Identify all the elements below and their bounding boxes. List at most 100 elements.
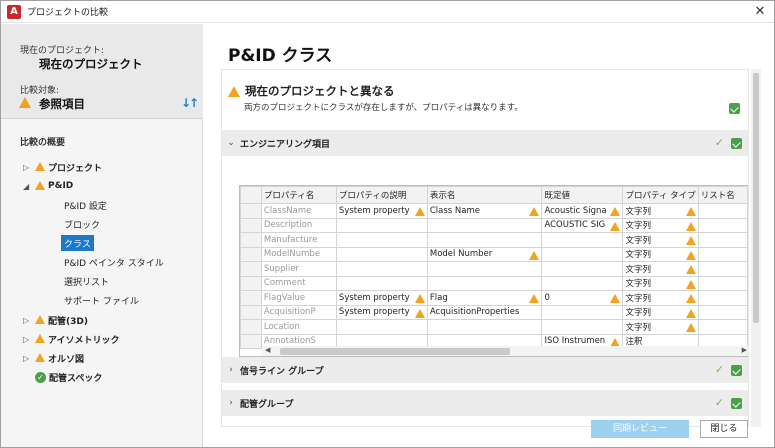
tree-item-project[interactable]: ▷ プロジェクト <box>23 159 102 175</box>
table-cell[interactable] <box>697 246 748 262</box>
copy-icon[interactable] <box>731 365 742 376</box>
table-row[interactable]: Manufacture 文字列 <box>240 232 748 248</box>
table-cell[interactable] <box>541 319 624 335</box>
copy-icon[interactable] <box>731 398 742 409</box>
table-cell[interactable]: System property <box>335 203 428 219</box>
tree-item-blocks[interactable]: ブロック <box>64 216 100 232</box>
column-header[interactable]: 表示名 <box>426 186 543 204</box>
table-cell[interactable]: Comment <box>260 275 337 291</box>
table-cell[interactable]: Manufacture <box>260 232 337 248</box>
scroll-thumb[interactable] <box>753 73 759 323</box>
row-header[interactable] <box>240 290 262 306</box>
table-cell[interactable]: 文字列 <box>622 217 699 233</box>
table-cell[interactable]: 文字列 <box>622 232 699 248</box>
close-button[interactable]: 閉じる <box>700 420 748 438</box>
section-engineering-items[interactable]: ⌄ エンジニアリング項目 ✓ <box>222 130 748 156</box>
table-cell[interactable] <box>697 232 748 248</box>
table-cell[interactable] <box>426 319 543 335</box>
row-header[interactable] <box>240 333 262 349</box>
table-cell[interactable]: Description <box>260 217 337 233</box>
table-cell[interactable] <box>335 275 428 291</box>
copy-all-icon[interactable] <box>729 103 740 114</box>
row-header[interactable] <box>240 304 262 320</box>
table-cell[interactable] <box>697 275 748 291</box>
row-header[interactable] <box>240 217 262 233</box>
row-header[interactable] <box>240 232 262 248</box>
table-row[interactable]: ClassName System property Class Name Acoust… <box>240 203 748 219</box>
table-cell[interactable] <box>335 232 428 248</box>
collapse-arrow-icon[interactable]: ◢ <box>23 182 35 191</box>
table-cell[interactable] <box>335 261 428 277</box>
table-cell[interactable]: System property <box>335 304 428 320</box>
table-cell[interactable]: Flag <box>426 290 543 306</box>
column-header[interactable]: リスト名 <box>697 186 748 204</box>
expand-arrow-icon[interactable]: ▷ <box>23 316 35 325</box>
table-cell[interactable]: 文字列 <box>622 319 699 335</box>
table-row[interactable]: Description ACOUSTIC SIG 文字列 <box>240 217 748 233</box>
table-cell[interactable] <box>697 319 748 335</box>
column-header[interactable]: 既定値 <box>541 186 624 204</box>
table-cell[interactable]: Model Number <box>426 246 543 262</box>
table-row[interactable]: ModelNumbe Model Number 文字列 <box>240 246 748 262</box>
table-cell[interactable]: ACOUSTIC SIG <box>541 217 624 233</box>
vertical-scrollbar[interactable] <box>751 69 761 427</box>
table-cell[interactable] <box>426 217 543 233</box>
table-cell[interactable]: AcquisitionProperties <box>426 304 543 320</box>
chevron-right-icon[interactable]: › <box>222 365 240 375</box>
table-cell[interactable]: ClassName <box>260 203 337 219</box>
tree-item-isometric[interactable]: ▷ アイソメトリック <box>23 331 120 347</box>
column-header[interactable]: プロパティ タイプ <box>622 186 699 204</box>
table-cell[interactable] <box>697 261 748 277</box>
table-cell[interactable]: ModelNumbe <box>260 246 337 262</box>
table-cell[interactable]: System property <box>335 290 428 306</box>
column-header[interactable]: プロパティ名 <box>260 186 337 204</box>
table-cell[interactable] <box>541 304 624 320</box>
column-header[interactable]: プロパティの説明 <box>335 186 428 204</box>
scroll-left-icon[interactable]: ◀ <box>265 346 270 354</box>
table-cell[interactable]: 文字列 <box>622 261 699 277</box>
tree-item-pid[interactable]: ◢ P&ID <box>23 178 73 194</box>
table-cell[interactable]: Acoustic Signa <box>541 203 624 219</box>
table-cell[interactable]: Supplier <box>260 261 337 277</box>
table-cell[interactable]: Class Name <box>426 203 543 219</box>
tree-item-select-lists[interactable]: 選択リスト <box>64 273 109 289</box>
table-cell[interactable] <box>541 246 624 262</box>
table-cell[interactable] <box>335 319 428 335</box>
expand-arrow-icon[interactable]: ▷ <box>23 163 35 172</box>
section-pipe-group[interactable]: › 配管グループ ✓ <box>222 390 748 416</box>
close-window-icon[interactable]: ✕ <box>752 4 768 20</box>
table-cell[interactable]: 0 <box>541 290 624 306</box>
tree-item-ortho[interactable]: ▷ オルソ図 <box>23 350 84 366</box>
tree-item-pid-settings[interactable]: P&ID 設定 <box>64 197 107 213</box>
table-row[interactable]: AcquisitionP System property AcquisitionPr… <box>240 304 748 320</box>
table-cell[interactable] <box>697 290 748 306</box>
table-row[interactable]: Location 文字列 <box>240 319 748 335</box>
table-cell[interactable] <box>335 246 428 262</box>
table-cell[interactable] <box>335 217 428 233</box>
horizontal-scrollbar[interactable]: ◀ ▶ <box>262 346 748 356</box>
table-row[interactable]: Comment 文字列 <box>240 275 748 291</box>
sync-review-button[interactable]: 同期レビュー <box>591 420 689 438</box>
table-cell[interactable] <box>697 304 748 320</box>
table-cell[interactable] <box>541 232 624 248</box>
table-cell[interactable]: AcquisitionP <box>260 304 337 320</box>
expand-arrow-icon[interactable]: ▷ <box>23 335 35 344</box>
table-row[interactable]: FlagValue System property Flag 0 文字列 <box>240 290 748 306</box>
tree-item-piping-3d[interactable]: ▷ 配管(3D) <box>23 312 88 328</box>
expand-arrow-icon[interactable]: ▷ <box>23 354 35 363</box>
swap-arrows-icon[interactable]: ↓↑ <box>181 96 199 110</box>
table-cell[interactable] <box>541 275 624 291</box>
tree-item-painter-styles[interactable]: P&ID ペインタ スタイル <box>64 254 164 270</box>
row-header[interactable] <box>240 246 262 262</box>
row-header[interactable] <box>240 261 262 277</box>
scroll-thumb[interactable] <box>280 348 510 355</box>
table-cell[interactable]: 文字列 <box>622 304 699 320</box>
table-cell[interactable]: 文字列 <box>622 290 699 306</box>
row-header[interactable] <box>240 275 262 291</box>
copy-icon[interactable] <box>731 138 742 149</box>
table-cell[interactable]: FlagValue <box>260 290 337 306</box>
table-cell[interactable]: 文字列 <box>622 203 699 219</box>
tree-item-classes[interactable]: クラス <box>61 235 94 251</box>
table-cell[interactable] <box>541 261 624 277</box>
table-cell[interactable] <box>697 203 748 219</box>
